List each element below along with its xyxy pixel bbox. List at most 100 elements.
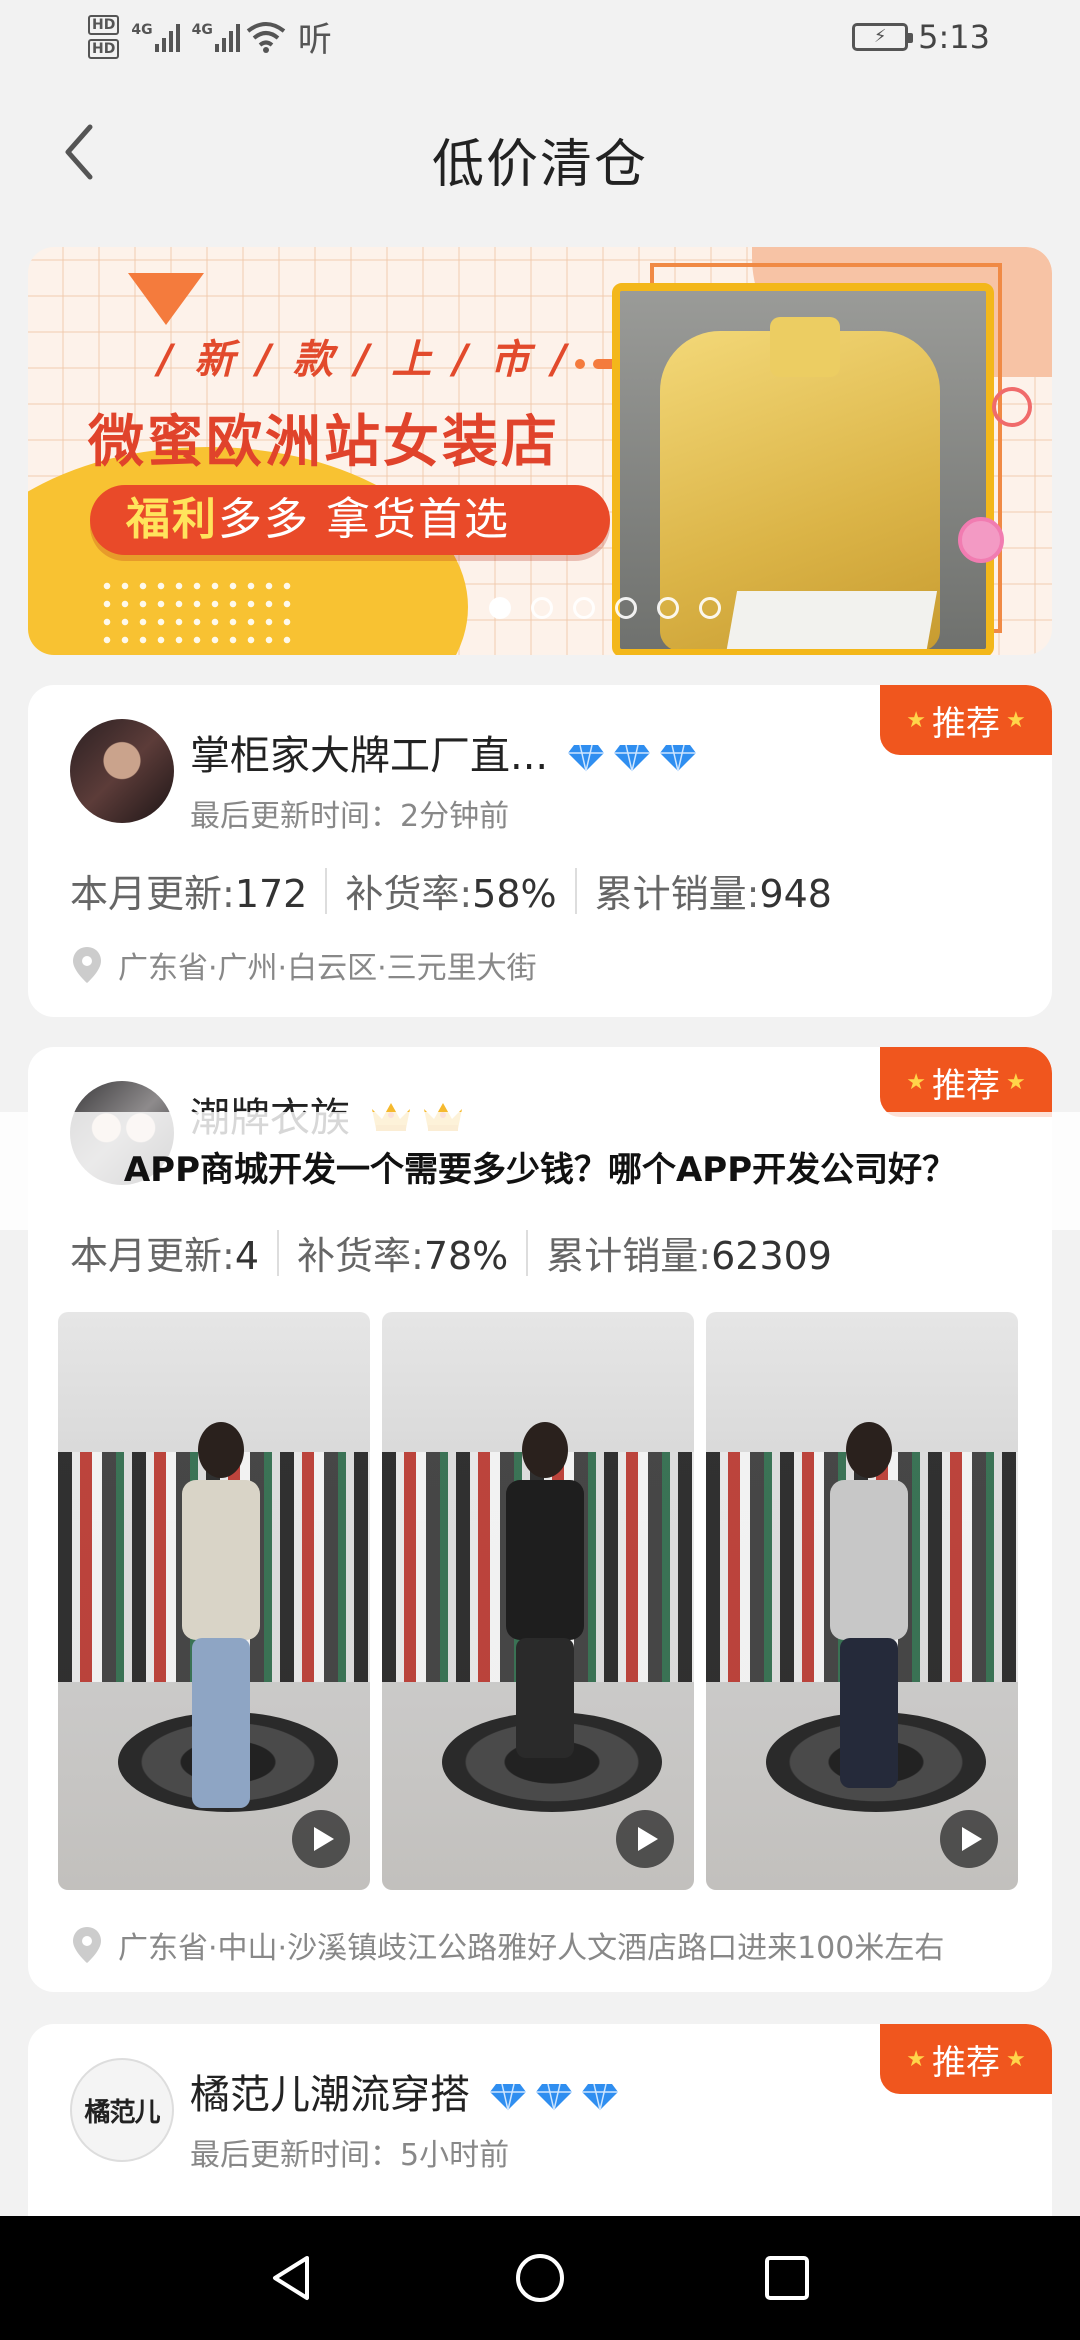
stat-monthly-updates: 本月更新:172 xyxy=(70,863,307,918)
shop-avatar[interactable]: 橘范儿 xyxy=(70,2058,174,2162)
shop-card[interactable]: ★ 推荐 ★ 掌柜家大牌工厂直... 最后更新时间：2分钟前 本月更新:172 补货… xyxy=(28,685,1052,1017)
product-video-thumbnail[interactable] xyxy=(706,1312,1018,1890)
play-icon[interactable] xyxy=(616,1810,674,1868)
address-text: 广东省·中山·沙溪镇歧江公路雅好人文酒店路口进来100米左右 xyxy=(118,1931,945,1966)
signal-bars-icon xyxy=(154,22,180,52)
play-icon[interactable] xyxy=(292,1810,350,1868)
stat-total-sales: 累计销量:948 xyxy=(595,863,832,918)
shop-logo-text: 橘范儿 xyxy=(84,2097,160,2128)
diamond-icon xyxy=(658,737,698,772)
product-videos xyxy=(58,1312,1018,1890)
product-video-thumbnail[interactable] xyxy=(58,1312,370,1890)
divider xyxy=(277,1229,279,1276)
last-updated: 最后更新时间：2分钟前 xyxy=(190,799,510,834)
stat-monthly-updates: 本月更新:4 xyxy=(70,1225,259,1280)
star-icon: ★ xyxy=(906,2046,926,2072)
stat-value: 948 xyxy=(759,872,832,916)
triangle-decoration xyxy=(128,273,204,325)
shop-rank xyxy=(566,737,698,772)
stat-label: 累计销量: xyxy=(594,872,760,916)
stat-value: 58% xyxy=(472,872,557,916)
signal-bars-icon xyxy=(214,22,240,52)
location-pin-icon xyxy=(73,947,101,983)
banner-subtitle: / 新 / 款 / 上 / 市 / xyxy=(158,337,571,383)
shop-rank xyxy=(488,2076,620,2111)
header: 低价清仓 xyxy=(0,100,1080,210)
signal-2: 4G xyxy=(192,22,240,52)
signal-1: 4G xyxy=(131,21,180,52)
badge-label: 推荐 xyxy=(932,1065,1000,1106)
hd-label-2: HD xyxy=(88,38,120,59)
status-bar: HD HD 4G 4G 听 ⚡ 5:13 xyxy=(0,0,1080,76)
shop-address: 广东省·中山·沙溪镇歧江公路雅好人文酒店路口进来100米左右 xyxy=(70,1923,944,1967)
banner-decoration xyxy=(958,517,1004,563)
divider xyxy=(574,867,577,914)
banner-decoration xyxy=(992,387,1032,427)
banner-slogan: 福利多多 拿货首选 xyxy=(90,485,610,555)
stat-value: 62309 xyxy=(711,1234,832,1278)
shop-stats: 本月更新:172 补货率:58% 累计销量:948 xyxy=(70,863,832,918)
play-icon[interactable] xyxy=(940,1810,998,1868)
star-icon: ★ xyxy=(1006,1069,1026,1095)
nav-back-button[interactable] xyxy=(258,2243,328,2313)
shop-address: 广东省·广州·白云区·三元里大街 xyxy=(70,943,537,987)
stat-value: 4 xyxy=(234,1234,259,1278)
stat-label: 本月更新: xyxy=(70,872,235,916)
system-nav-bar xyxy=(0,2216,1080,2340)
stat-label: 补货率: xyxy=(297,1234,424,1278)
stat-label: 本月更新: xyxy=(70,1234,235,1278)
divider xyxy=(325,867,328,914)
stat-label: 累计销量: xyxy=(546,1234,712,1278)
stat-label: 补货率: xyxy=(345,872,473,916)
carousel-dot[interactable] xyxy=(531,597,553,619)
recommended-badge: ★ 推荐 ★ xyxy=(880,2024,1052,2094)
stat-total-sales: 累计销量:62309 xyxy=(546,1225,832,1280)
shop-name-text: 橘范儿潮流穿搭 xyxy=(190,2072,470,2118)
diamond-icon xyxy=(612,737,652,772)
shop-name[interactable]: 橘范儿潮流穿搭 xyxy=(190,2062,620,2120)
diamond-icon xyxy=(580,2076,620,2111)
status-left: HD HD 4G 4G 听 xyxy=(88,12,332,61)
carousel-dot[interactable] xyxy=(657,597,679,619)
location-pin-icon xyxy=(73,1927,101,1963)
badge-label: 推荐 xyxy=(932,703,1000,744)
shop-name[interactable]: 掌柜家大牌工厂直... xyxy=(190,723,698,781)
diamond-icon xyxy=(534,2076,574,2111)
clock: 5:13 xyxy=(918,18,990,56)
page-title: 低价清仓 xyxy=(431,135,648,195)
carousel-dot[interactable] xyxy=(615,597,637,619)
shop-avatar[interactable] xyxy=(70,719,174,823)
nav-home-button[interactable] xyxy=(505,2243,575,2313)
diamond-icon xyxy=(566,737,606,772)
promo-banner[interactable]: / 新 / 款 / 上 / 市 / 微蜜欧洲站女装店 福利多多 拿货首选 xyxy=(28,247,1052,655)
network-label-2: 4G xyxy=(191,21,213,38)
star-icon: ★ xyxy=(1006,2046,1026,2072)
hd-indicator: HD HD xyxy=(88,14,120,59)
star-icon: ★ xyxy=(906,1069,926,1095)
carousel-indicator[interactable] xyxy=(28,597,1052,619)
star-icon: ★ xyxy=(906,707,926,733)
overlay-caption: APP商城开发一个需要多少钱？哪个APP开发公司好？ xyxy=(123,1150,957,1190)
shop-stats: 本月更新:4 补货率:78% 累计销量:62309 xyxy=(70,1225,832,1280)
battery-icon: ⚡ xyxy=(852,23,914,51)
stat-restock-rate: 补货率:58% xyxy=(345,863,556,918)
carousel-dot[interactable] xyxy=(699,597,721,619)
banner-slogan-rest: 多多 拿货首选 xyxy=(218,494,510,545)
nav-recents-button[interactable] xyxy=(752,2243,822,2313)
shop-name-text: 掌柜家大牌工厂直... xyxy=(190,733,549,779)
stat-value: 78% xyxy=(423,1234,509,1278)
carousel-dot[interactable] xyxy=(573,597,595,619)
diamond-icon xyxy=(488,2076,528,2111)
stat-restock-rate: 补货率:78% xyxy=(297,1225,508,1280)
status-right: ⚡ 5:13 xyxy=(852,18,990,56)
last-updated: 最后更新时间：5小时前 xyxy=(190,2138,510,2173)
wifi-icon xyxy=(246,21,286,53)
network-label-1: 4G xyxy=(131,21,153,38)
triangle-back-icon xyxy=(273,2256,310,2300)
star-icon: ★ xyxy=(1006,707,1026,733)
carousel-dot[interactable] xyxy=(489,597,511,619)
square-recents-icon xyxy=(764,2256,809,2300)
banner-title: 微蜜欧洲站女装店 xyxy=(88,410,560,475)
divider xyxy=(526,1229,529,1276)
product-video-thumbnail[interactable] xyxy=(382,1312,694,1890)
